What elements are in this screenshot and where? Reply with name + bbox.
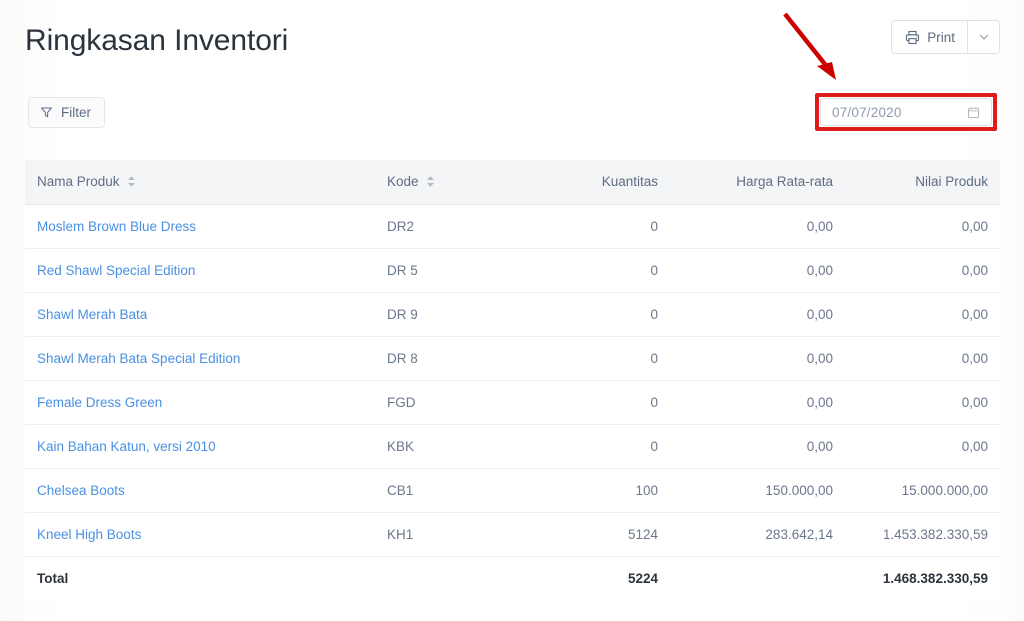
product-name-cell: Female Dress Green: [25, 380, 375, 425]
total-code-cell: [375, 556, 525, 600]
product-value-cell: 0,00: [845, 248, 1000, 293]
product-code-cell: DR2: [375, 204, 525, 249]
table-row: Red Shawl Special Edition DR 5 0 0,00 0,…: [25, 248, 1000, 293]
inventory-table: Nama Produk Kode Kuantitas Harga Rata-ra…: [25, 160, 1000, 600]
printer-icon: [905, 30, 920, 45]
table-row: Shawl Merah Bata Special Edition DR 8 0 …: [25, 336, 1000, 381]
product-value-cell: 0,00: [845, 336, 1000, 381]
quantity-cell: 0: [525, 204, 670, 249]
total-average-price-cell: [670, 556, 845, 600]
quantity-cell: 0: [525, 292, 670, 337]
product-value-cell: 1.453.382.330,59: [845, 512, 1000, 557]
product-link[interactable]: Shawl Merah Bata: [37, 307, 147, 322]
product-value-cell: 0,00: [845, 292, 1000, 337]
quantity-cell: 0: [525, 424, 670, 469]
column-header-label: Kode: [387, 174, 419, 190]
product-code-cell: DR 8: [375, 336, 525, 381]
product-code-cell: KH1: [375, 512, 525, 557]
product-code-cell: FGD: [375, 380, 525, 425]
funnel-icon: [40, 106, 53, 119]
filter-button-label: Filter: [61, 105, 91, 120]
page-title: Ringkasan Inventori: [25, 24, 289, 57]
quantity-cell: 0: [525, 248, 670, 293]
product-name-cell: Moslem Brown Blue Dress: [25, 204, 375, 249]
average-price-cell: 150.000,00: [670, 468, 845, 513]
column-header-harga-rata-rata: Harga Rata-rata: [670, 160, 845, 205]
average-price-cell: 283.642,14: [670, 512, 845, 557]
print-button-label: Print: [927, 29, 955, 45]
average-price-cell: 0,00: [670, 248, 845, 293]
chevron-down-icon: [978, 31, 990, 43]
total-label: Total: [37, 570, 69, 586]
product-link[interactable]: Red Shawl Special Edition: [37, 263, 195, 278]
product-link[interactable]: Moslem Brown Blue Dress: [37, 219, 196, 234]
quantity-cell: 0: [525, 336, 670, 381]
table-row: Female Dress Green FGD 0 0,00 0,00: [25, 380, 1000, 425]
product-name-cell: Red Shawl Special Edition: [25, 248, 375, 293]
product-code-cell: DR 5: [375, 248, 525, 293]
print-split-button[interactable]: Print: [891, 20, 1000, 54]
product-code-cell: CB1: [375, 468, 525, 513]
product-value-cell: 0,00: [845, 424, 1000, 469]
product-link[interactable]: Shawl Merah Bata Special Edition: [37, 351, 240, 366]
table-row: Kain Bahan Katun, versi 2010 KBK 0 0,00 …: [25, 424, 1000, 469]
product-code-cell: KBK: [375, 424, 525, 469]
calendar-icon[interactable]: [965, 106, 982, 119]
column-header-nilai-produk: Nilai Produk: [845, 160, 1000, 205]
average-price-cell: 0,00: [670, 424, 845, 469]
column-header-nama-produk[interactable]: Nama Produk: [25, 160, 375, 205]
page-header: Ringkasan Inventori Print: [0, 0, 1024, 80]
product-name-cell: Shawl Merah Bata Special Edition: [25, 336, 375, 381]
product-link[interactable]: Chelsea Boots: [37, 483, 125, 498]
date-filter-wrapper: 07/07/2020: [815, 93, 997, 131]
average-price-cell: 0,00: [670, 204, 845, 249]
print-dropdown-button[interactable]: [967, 21, 999, 53]
table-total-row: Total 5224 1.468.382.330,59: [25, 556, 1000, 600]
total-product-value-cell: 1.468.382.330,59: [882, 570, 988, 586]
quantity-cell: 0: [525, 380, 670, 425]
table-row: Kneel High Boots KH1 5124 283.642,14 1.4…: [25, 512, 1000, 557]
quantity-cell: 5124: [525, 512, 670, 557]
column-header-kuantitas: Kuantitas: [525, 160, 670, 205]
column-header-kode[interactable]: Kode: [375, 160, 525, 205]
product-link[interactable]: Kneel High Boots: [37, 527, 141, 542]
date-input-value: 07/07/2020: [832, 104, 902, 120]
table-row: Shawl Merah Bata DR 9 0 0,00 0,00: [25, 292, 1000, 337]
product-value-cell: 0,00: [845, 380, 1000, 425]
product-name-cell: Kneel High Boots: [25, 512, 375, 557]
product-value-cell: 15.000.000,00: [845, 468, 1000, 513]
sort-icon[interactable]: [127, 175, 136, 188]
print-button[interactable]: Print: [892, 21, 967, 53]
product-name-cell: Chelsea Boots: [25, 468, 375, 513]
filter-button[interactable]: Filter: [28, 97, 105, 128]
average-price-cell: 0,00: [670, 292, 845, 337]
average-price-cell: 0,00: [670, 336, 845, 381]
table-row: Chelsea Boots CB1 100 150.000,00 15.000.…: [25, 468, 1000, 513]
table-body: Moslem Brown Blue Dress DR2 0 0,00 0,00 …: [25, 204, 1000, 600]
product-name-cell: Shawl Merah Bata: [25, 292, 375, 337]
product-link[interactable]: Female Dress Green: [37, 395, 162, 410]
inventory-table-wrapper: Nama Produk Kode Kuantitas Harga Rata-ra…: [25, 160, 1000, 600]
column-header-label: Nama Produk: [37, 174, 120, 190]
table-header-row: Nama Produk Kode Kuantitas Harga Rata-ra…: [25, 160, 1000, 205]
quantity-cell: 100: [525, 468, 670, 513]
date-input[interactable]: 07/07/2020: [820, 98, 992, 126]
table-row: Moslem Brown Blue Dress DR2 0 0,00 0,00: [25, 204, 1000, 249]
product-name-cell: Kain Bahan Katun, versi 2010: [25, 424, 375, 469]
table-header: Nama Produk Kode Kuantitas Harga Rata-ra…: [25, 160, 1000, 205]
total-quantity-cell: 5224: [627, 570, 658, 586]
sort-icon[interactable]: [426, 175, 435, 188]
inventory-summary-page: Ringkasan Inventori Print Filter 07/07/2…: [0, 0, 1024, 621]
average-price-cell: 0,00: [670, 380, 845, 425]
product-link[interactable]: Kain Bahan Katun, versi 2010: [37, 439, 216, 454]
product-value-cell: 0,00: [845, 204, 1000, 249]
product-code-cell: DR 9: [375, 292, 525, 337]
